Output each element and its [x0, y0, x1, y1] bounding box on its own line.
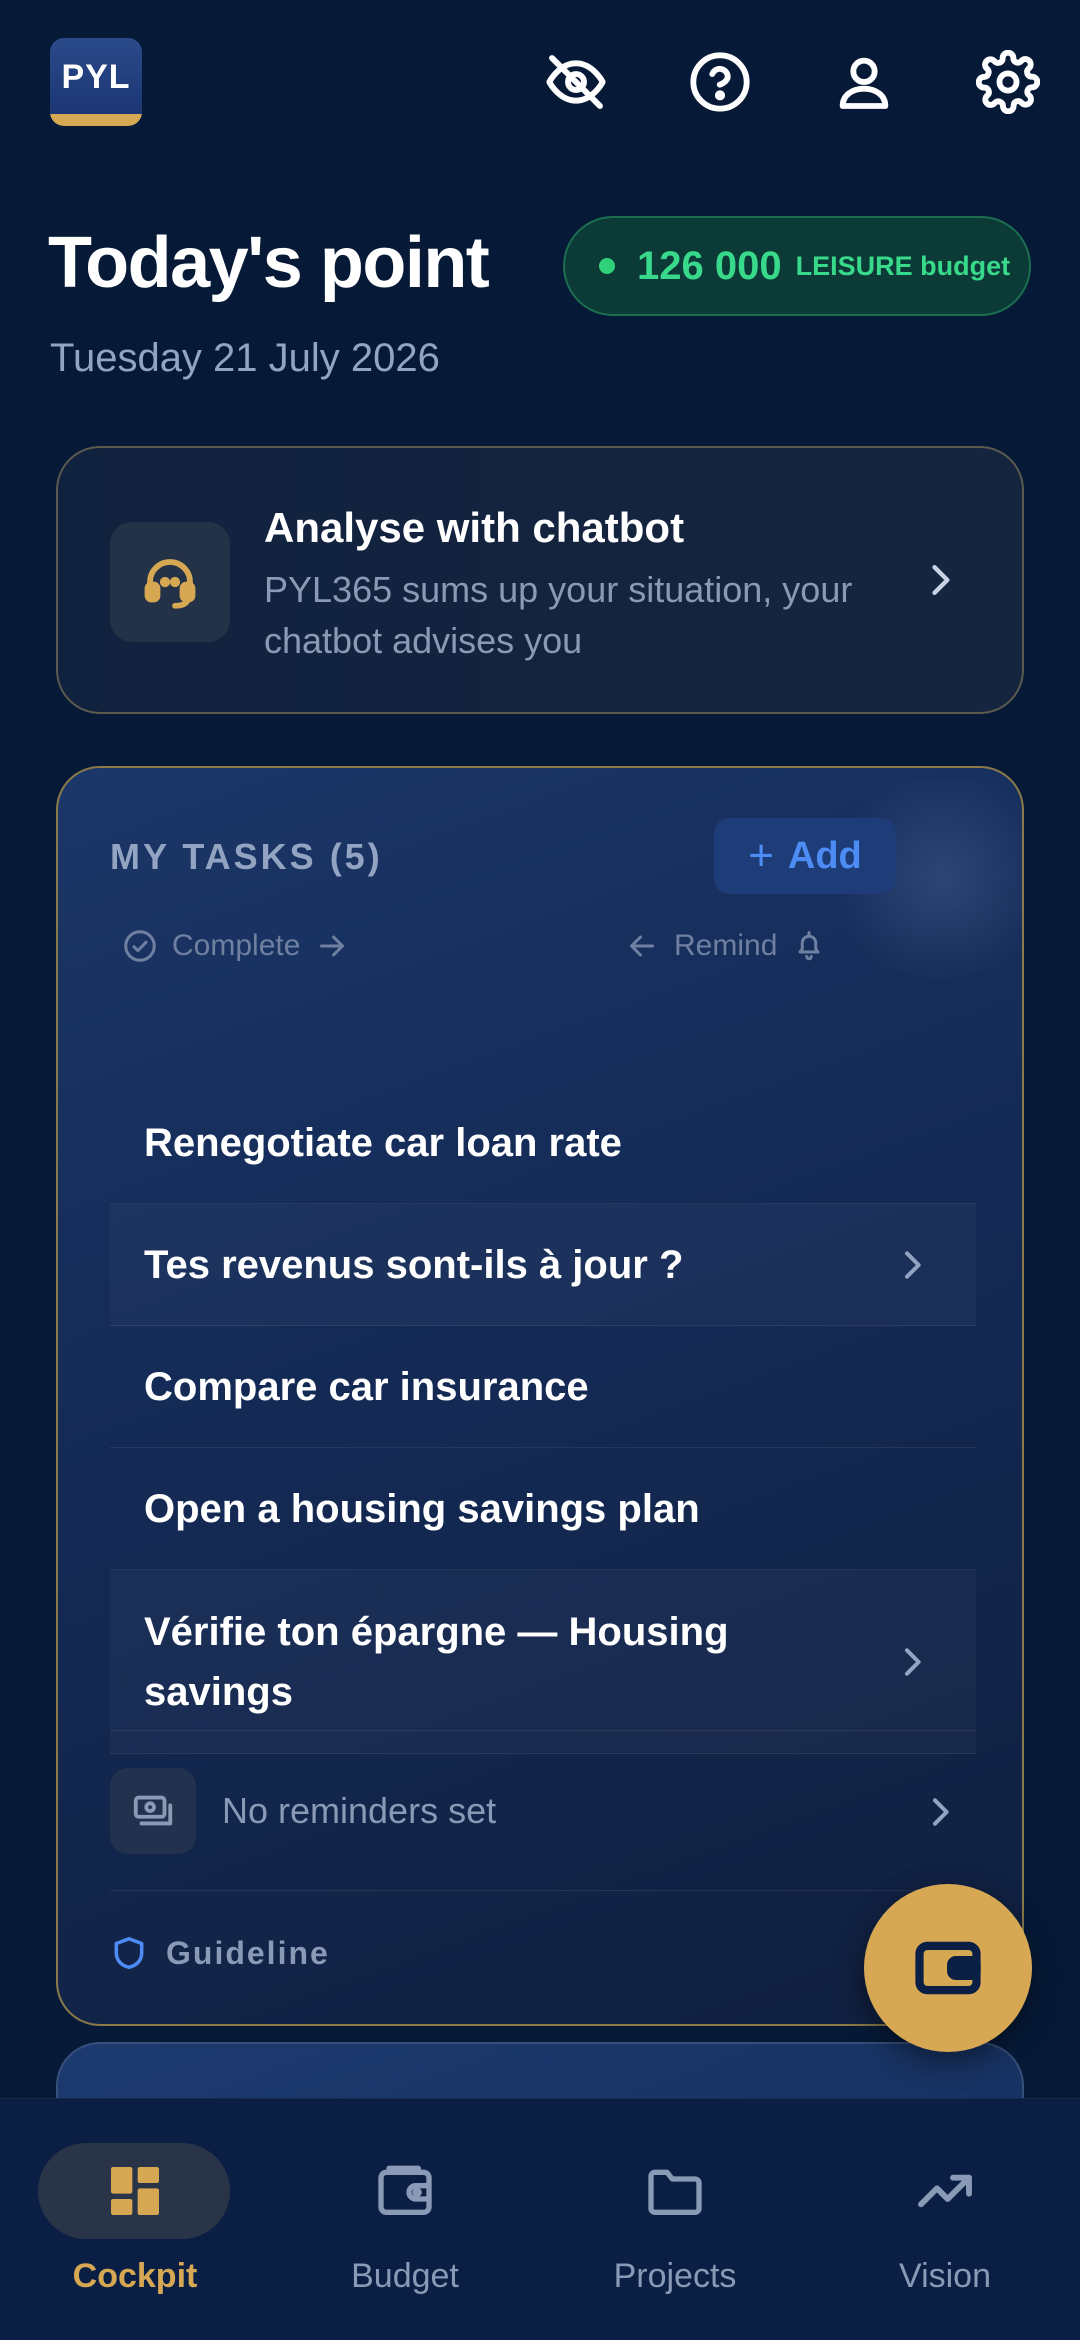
app-screen: PYL Today's point Tuesday 21 July 2026 1…: [0, 0, 1080, 2340]
nav-label: Vision: [899, 2257, 991, 2295]
hint-complete-label: Complete: [172, 929, 301, 962]
logo-text: PYL: [61, 58, 131, 96]
nav-item-budget[interactable]: Budget: [270, 2099, 540, 2340]
task-item[interactable]: Tes revenus sont-ils à jour ?: [110, 1204, 976, 1326]
task-label: Open a housing savings plan: [144, 1487, 700, 1531]
task-item[interactable]: Renegotiate car loan rate: [110, 1082, 976, 1204]
cash-icon: [133, 1795, 173, 1826]
budget-amount: 126 000: [637, 243, 782, 288]
shield-icon: [114, 1937, 144, 1969]
arrow-left-icon: [630, 935, 654, 957]
dashboard-icon: [111, 2167, 159, 2215]
chatbot-icon-box: [110, 522, 230, 642]
reminders-label[interactable]: No reminders set: [222, 1790, 496, 1832]
budget-label: LEISURE budget: [795, 250, 1011, 281]
reminders-icon-box: [110, 1768, 196, 1854]
leisure-budget-badge[interactable]: 126 000 LEISURE budget: [563, 216, 1031, 316]
chevron-right-icon: [932, 564, 950, 596]
status-dot-icon: [599, 258, 615, 274]
chatbot-card[interactable]: Analyse with chatbot PYL365 sums up your…: [56, 446, 1024, 714]
add-task-label: Add: [787, 834, 862, 877]
task-label: Renegotiate car loan rate: [144, 1121, 622, 1165]
tasks-header: MY TASKS (5): [110, 836, 383, 877]
page-date: Tuesday 21 July 2026: [50, 336, 440, 380]
bell-icon: [798, 931, 820, 961]
wallet-fab-button[interactable]: [864, 1884, 1032, 2052]
chevron-right-icon: [905, 1251, 921, 1279]
chevron-right-icon[interactable]: [920, 1792, 960, 1832]
chatbot-subtitle: PYL365 sums up your situation, your chat…: [264, 569, 853, 661]
swipe-hint-complete: Complete: [122, 928, 350, 964]
eye-off-icon[interactable]: [544, 50, 608, 114]
task-item[interactable]: Compare car insurance: [110, 1326, 976, 1448]
top-bar: PYL: [0, 0, 1080, 170]
nav-label: Projects: [613, 2257, 737, 2295]
nav-label: Budget: [351, 2257, 459, 2295]
nav-item-projects[interactable]: Projects: [540, 2099, 810, 2340]
settings-icon[interactable]: [975, 49, 1041, 115]
nav-label: Cockpit: [72, 2257, 198, 2295]
task-item[interactable]: Vérifie ton épargne — Housing savings: [110, 1570, 976, 1754]
folder-icon: [648, 2169, 702, 2215]
help-icon[interactable]: [688, 50, 752, 114]
divider: [110, 1890, 976, 1891]
app-logo: PYL: [50, 38, 142, 126]
chevron-right-icon: [905, 1648, 921, 1676]
bottom-navigation: Cockpit Budget Projects Vision: [0, 2098, 1080, 2340]
add-task-button[interactable]: + Add: [714, 818, 896, 894]
chatbot-title: Analyse with chatbot: [264, 504, 685, 551]
logo-accent-bar: [50, 114, 142, 126]
task-label: Compare car insurance: [144, 1365, 589, 1409]
plus-icon: +: [748, 831, 774, 880]
swipe-hint-remind: Remind: [624, 928, 827, 964]
divider: [110, 1730, 976, 1731]
task-label: Vérifie ton épargne — Housing savings: [144, 1610, 729, 1714]
trending-up-icon: [918, 2174, 972, 2208]
tasks-card: MY TASKS (5) + Add Complete Remind Reneg…: [56, 766, 1024, 2026]
nav-item-vision[interactable]: Vision: [810, 2099, 1080, 2340]
page-title: Today's point: [48, 223, 490, 303]
task-item[interactable]: Open a housing savings plan: [110, 1448, 976, 1570]
user-icon[interactable]: [832, 50, 896, 114]
wallet-icon: [915, 1941, 981, 1995]
check-circle-icon: [124, 930, 156, 962]
task-label: Tes revenus sont-ils à jour ?: [144, 1243, 684, 1287]
headset-icon: [144, 559, 196, 609]
arrow-right-icon: [320, 935, 345, 957]
wallet-icon: [378, 2165, 432, 2215]
guideline-label: Guideline: [166, 1934, 330, 1971]
hint-remind-label: Remind: [674, 929, 778, 962]
nav-item-cockpit[interactable]: Cockpit: [0, 2099, 270, 2340]
guideline-link[interactable]: Guideline: [110, 1934, 330, 1972]
